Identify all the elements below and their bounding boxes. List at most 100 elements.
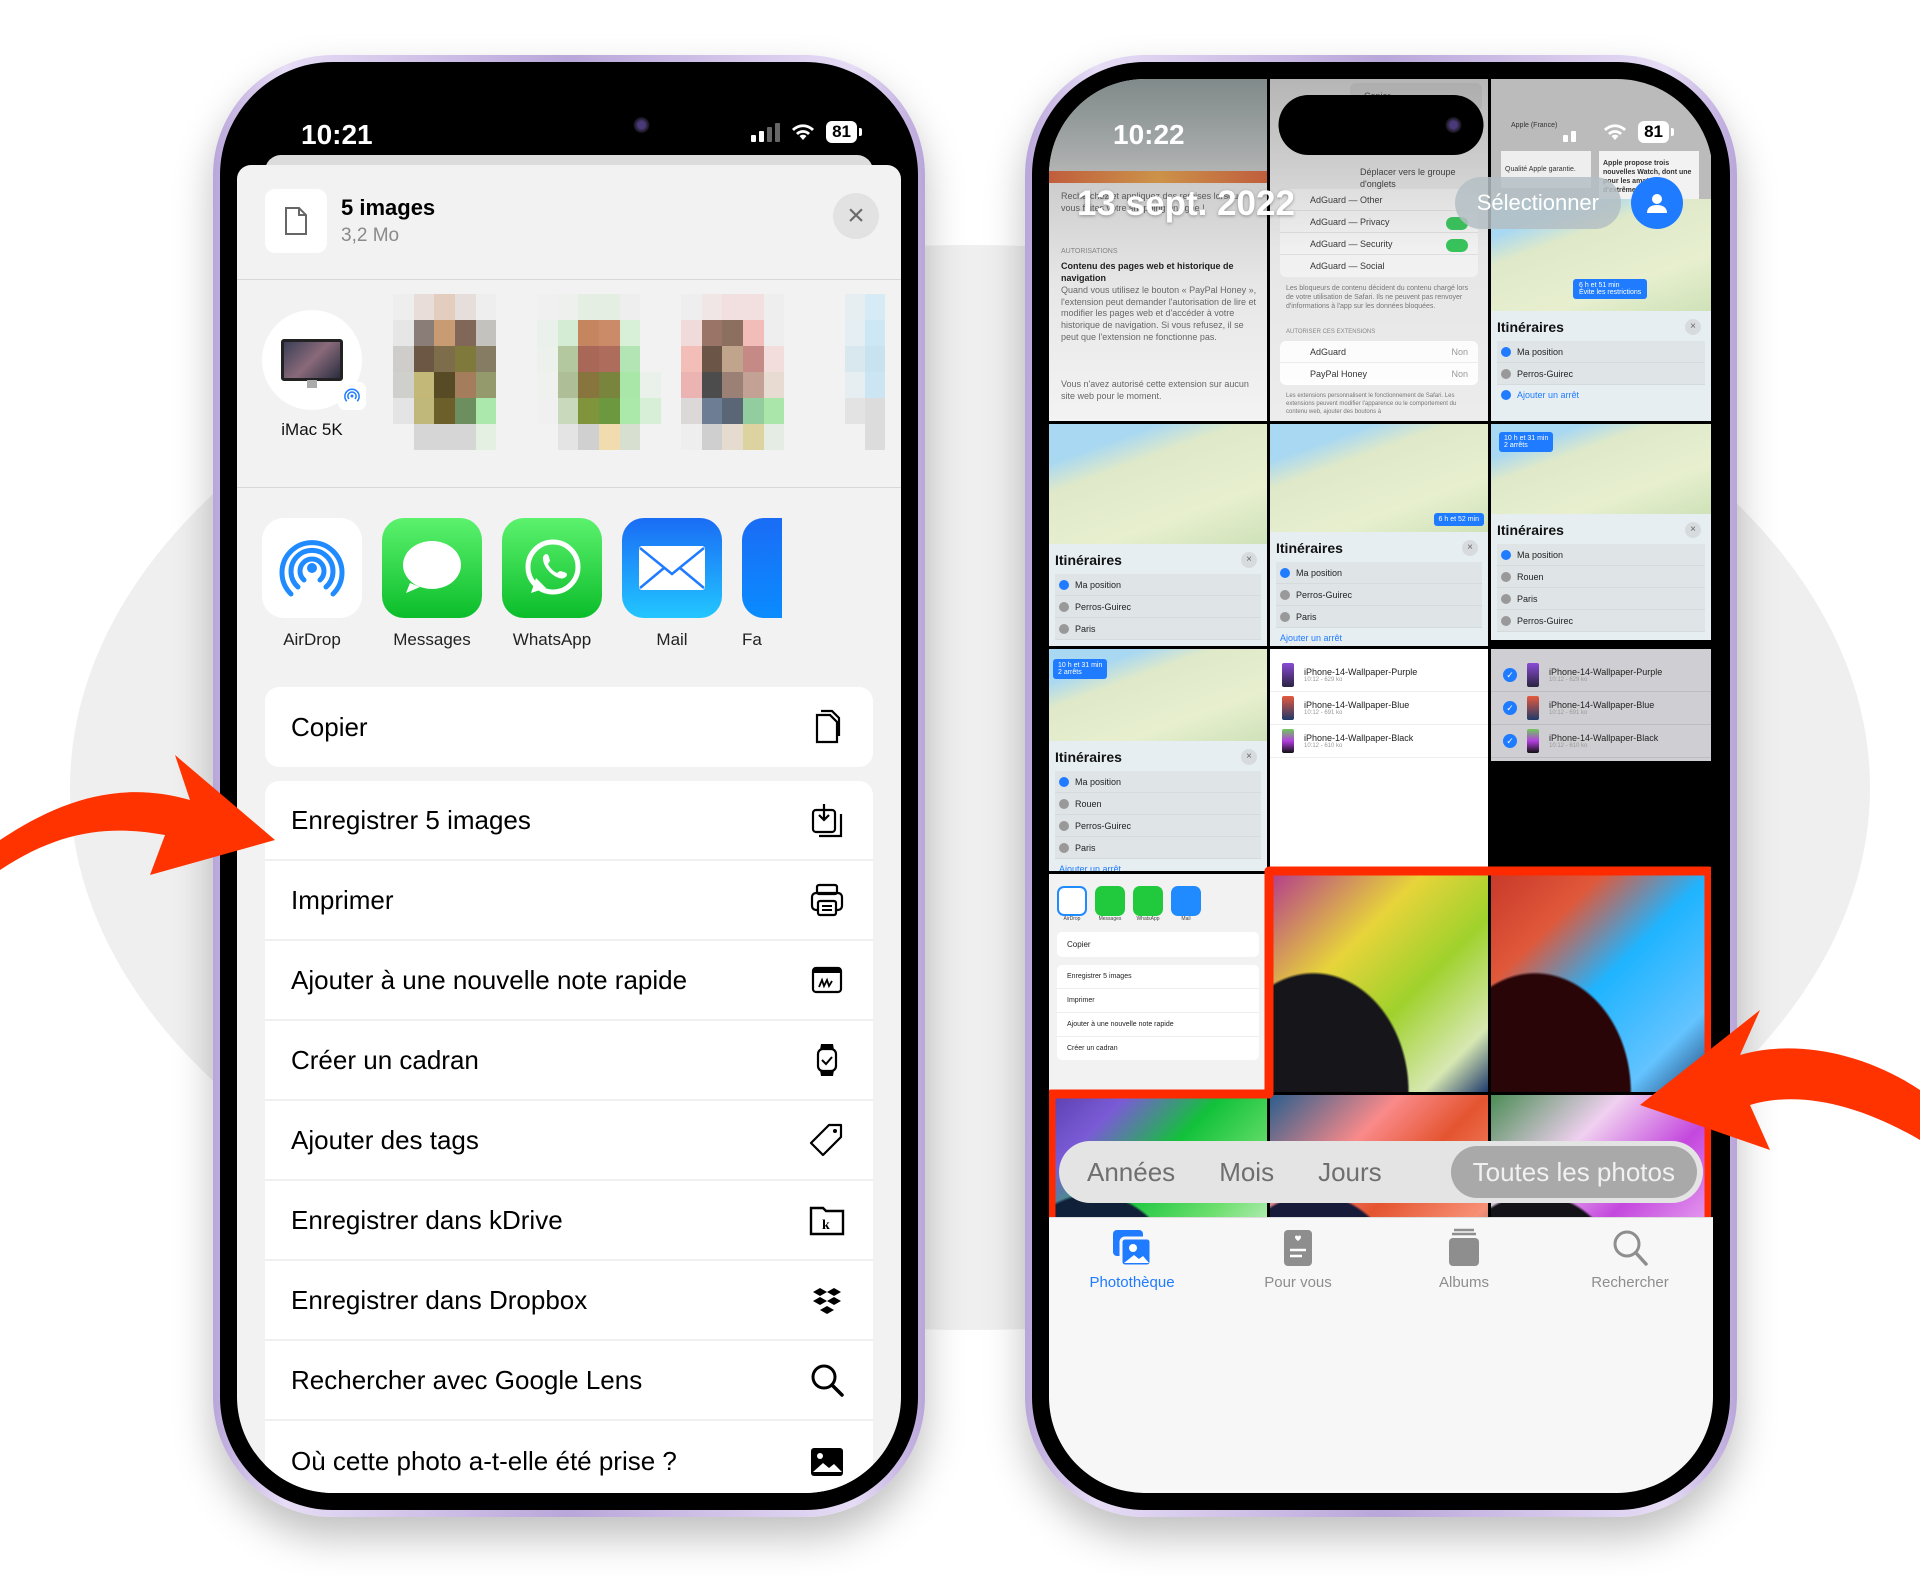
action-add-tags[interactable]: Ajouter des tags (265, 1101, 873, 1181)
action-group-copy: Copier (265, 687, 873, 767)
messages-icon (382, 518, 482, 618)
app-icon (742, 518, 782, 618)
segment-months[interactable]: Mois (1197, 1146, 1296, 1198)
select-button[interactable]: Sélectionner (1454, 177, 1621, 229)
cellular-signal-icon (751, 122, 781, 142)
route-badge: 10 h et 31 min 2 arrêts (1053, 659, 1108, 679)
printer-icon (810, 883, 844, 917)
wifi-icon (1604, 124, 1627, 140)
app-label: AirDrop (283, 630, 341, 649)
date-heading: 13 sept. 2022 (1077, 184, 1295, 223)
photo-thumbnail-share-sheet[interactable]: AirDrop Messages WhatsApp Mail Copier En… (1049, 874, 1267, 1092)
battery-indicator: 81 (1638, 121, 1674, 143)
for-you-icon (1284, 1230, 1312, 1266)
screenshot-text: Créer un cadran (1067, 1045, 1118, 1052)
tab-albums[interactable]: Albums (1381, 1218, 1547, 1493)
photo-thumbnail-route-5[interactable]: Itinéraires × Ma position Rouen Perros-Gu… (1049, 741, 1267, 871)
photo-thumbnail-route-2[interactable]: Itinéraires × Ma position Perros-Guirec P… (1049, 544, 1267, 646)
wallpaper-yellow[interactable] (1270, 874, 1488, 1092)
app-label: Fa (742, 630, 762, 649)
segment-days[interactable]: Jours (1296, 1146, 1404, 1198)
library-icon (1113, 1230, 1153, 1268)
photo-thumbnail-route-4[interactable]: Itinéraires × Ma position Rouen Paris Per… (1491, 514, 1711, 646)
close-button[interactable]: × (833, 193, 879, 239)
blurred-contact[interactable] (537, 294, 661, 450)
document-icon (265, 189, 327, 253)
wifi-icon (792, 124, 815, 140)
action-label: Copier (291, 711, 368, 742)
action-quick-note[interactable]: Ajouter à une nouvelle note rapide (265, 941, 873, 1021)
share-sheet-header: 5 images 3,2 Mo × (237, 165, 901, 280)
action-create-watch-face[interactable]: Créer un cadran (265, 1021, 873, 1101)
tab-label: Rechercher (1591, 1274, 1669, 1291)
photo-thumbnail-files-selected[interactable]: ✓ iPhone-14-Wallpaper-Purple 10:12 - 629 k… (1491, 649, 1711, 761)
photo-thumbnail-files[interactable]: iPhone-14-Wallpaper-Purple 10:12 - 629 ko… (1270, 649, 1488, 879)
blurred-contact[interactable] (393, 294, 517, 450)
screenshot-text: Enregistrer 5 images (1057, 965, 1259, 989)
blurred-contact[interactable] (825, 294, 885, 450)
airdrop-icon (262, 518, 362, 618)
action-label: Enregistrer dans Dropbox (291, 1284, 588, 1315)
camera-icon (1445, 117, 1462, 133)
person-label: iMac 5K (281, 420, 343, 439)
tab-label: Pour vous (1264, 1274, 1332, 1291)
tag-icon (809, 1123, 843, 1157)
photo-thumbnail-map-france-2[interactable]: 10 h et 31 min 2 arrêts (1049, 649, 1267, 741)
action-copy[interactable]: Copier (265, 687, 873, 767)
photo-icon (811, 1448, 843, 1476)
segment-years[interactable]: Années (1065, 1146, 1197, 1198)
blurred-contact[interactable] (681, 294, 805, 450)
share-actions: Copier Enregistrer 5 images Imprimer Ajo… (265, 687, 873, 1493)
copy-icon (815, 709, 841, 744)
tab-bar: Photothèque Pour vous Albums Rechercher (1049, 1217, 1713, 1493)
search-icon (1613, 1230, 1648, 1266)
svg-text:k: k (822, 1218, 830, 1233)
share-sheet: 5 images 3,2 Mo × iMac 5K AirDrop Messag… (237, 165, 901, 1493)
tab-library[interactable]: Photothèque (1049, 1218, 1215, 1493)
action-save-kdrive[interactable]: Enregistrer dans kDrive k (265, 1181, 873, 1261)
app-label: Mail (656, 630, 688, 649)
dropbox-icon (813, 1288, 841, 1314)
save-icon (811, 804, 843, 838)
battery-indicator: 81 (826, 121, 862, 143)
photo-thumbnail-map-france[interactable]: 10 h et 31 min 2 arrêts (1491, 424, 1711, 514)
albums-icon (1449, 1228, 1479, 1266)
status-time: 10:21 (301, 119, 373, 150)
tab-for-you[interactable]: Pour vous (1215, 1218, 1381, 1493)
action-label: Où cette photo a-t-elle été prise ? (291, 1445, 677, 1476)
watch-icon (816, 1044, 838, 1076)
route-badge: 10 h et 31 min 2 arrêts (1499, 432, 1554, 452)
composite-tutorial-image: 10:21 81 5 images 3,2 Mo × iMac 5K AirDr… (0, 0, 1920, 1577)
photo-grid: Recherchez et appliquez des remises lors… (1049, 79, 1713, 1317)
action-where-photo-taken[interactable]: Où cette photo a-t-elle été prise ? (265, 1421, 873, 1493)
screenshot-text: Ajouter à une nouvelle note rapide (1057, 1013, 1259, 1037)
action-label: Rechercher avec Google Lens (291, 1364, 643, 1395)
app-whatsapp[interactable]: WhatsApp (502, 518, 602, 650)
app-partial[interactable]: Fa (742, 518, 782, 650)
app-mail[interactable]: Mail (622, 518, 722, 650)
action-save-images[interactable]: Enregistrer 5 images (265, 781, 873, 861)
profile-button[interactable] (1631, 177, 1683, 229)
app-label: WhatsApp (512, 630, 592, 649)
app-airdrop[interactable]: AirDrop (262, 518, 362, 650)
photo-thumbnail-map-normandy[interactable]: 6 h et 52 min (1270, 424, 1488, 532)
action-save-dropbox[interactable]: Enregistrer dans Dropbox (265, 1261, 873, 1341)
app-messages[interactable]: Messages (382, 518, 482, 650)
action-label: Ajouter à une nouvelle note rapide (291, 964, 688, 995)
share-subtitle: 3,2 Mo (341, 225, 400, 246)
action-label: Ajouter des tags (291, 1124, 479, 1155)
photo-thumbnail-route-3[interactable]: Itinéraires × Ma position Perros-Guirec P… (1270, 532, 1488, 646)
tab-search[interactable]: Rechercher (1547, 1218, 1713, 1493)
action-label: Enregistrer 5 images (291, 804, 531, 835)
photo-thumbnail-map-brittany[interactable] (1049, 424, 1267, 544)
right-phone: Recherchez et appliquez des remises lors… (1025, 55, 1737, 1517)
action-print[interactable]: Imprimer (265, 861, 873, 941)
action-label: Imprimer (291, 884, 394, 915)
quick-note-icon (811, 966, 843, 994)
photo-thumbnail-route-1[interactable]: Itinéraires × Ma position Perros-Guirec A… (1491, 311, 1711, 421)
person-imac-5k[interactable]: iMac 5K (262, 310, 366, 440)
share-title: 5 images (341, 195, 436, 220)
dynamic-island (466, 95, 672, 155)
cellular-signal-icon (1563, 122, 1593, 142)
action-google-lens[interactable]: Rechercher avec Google Lens (265, 1341, 873, 1421)
